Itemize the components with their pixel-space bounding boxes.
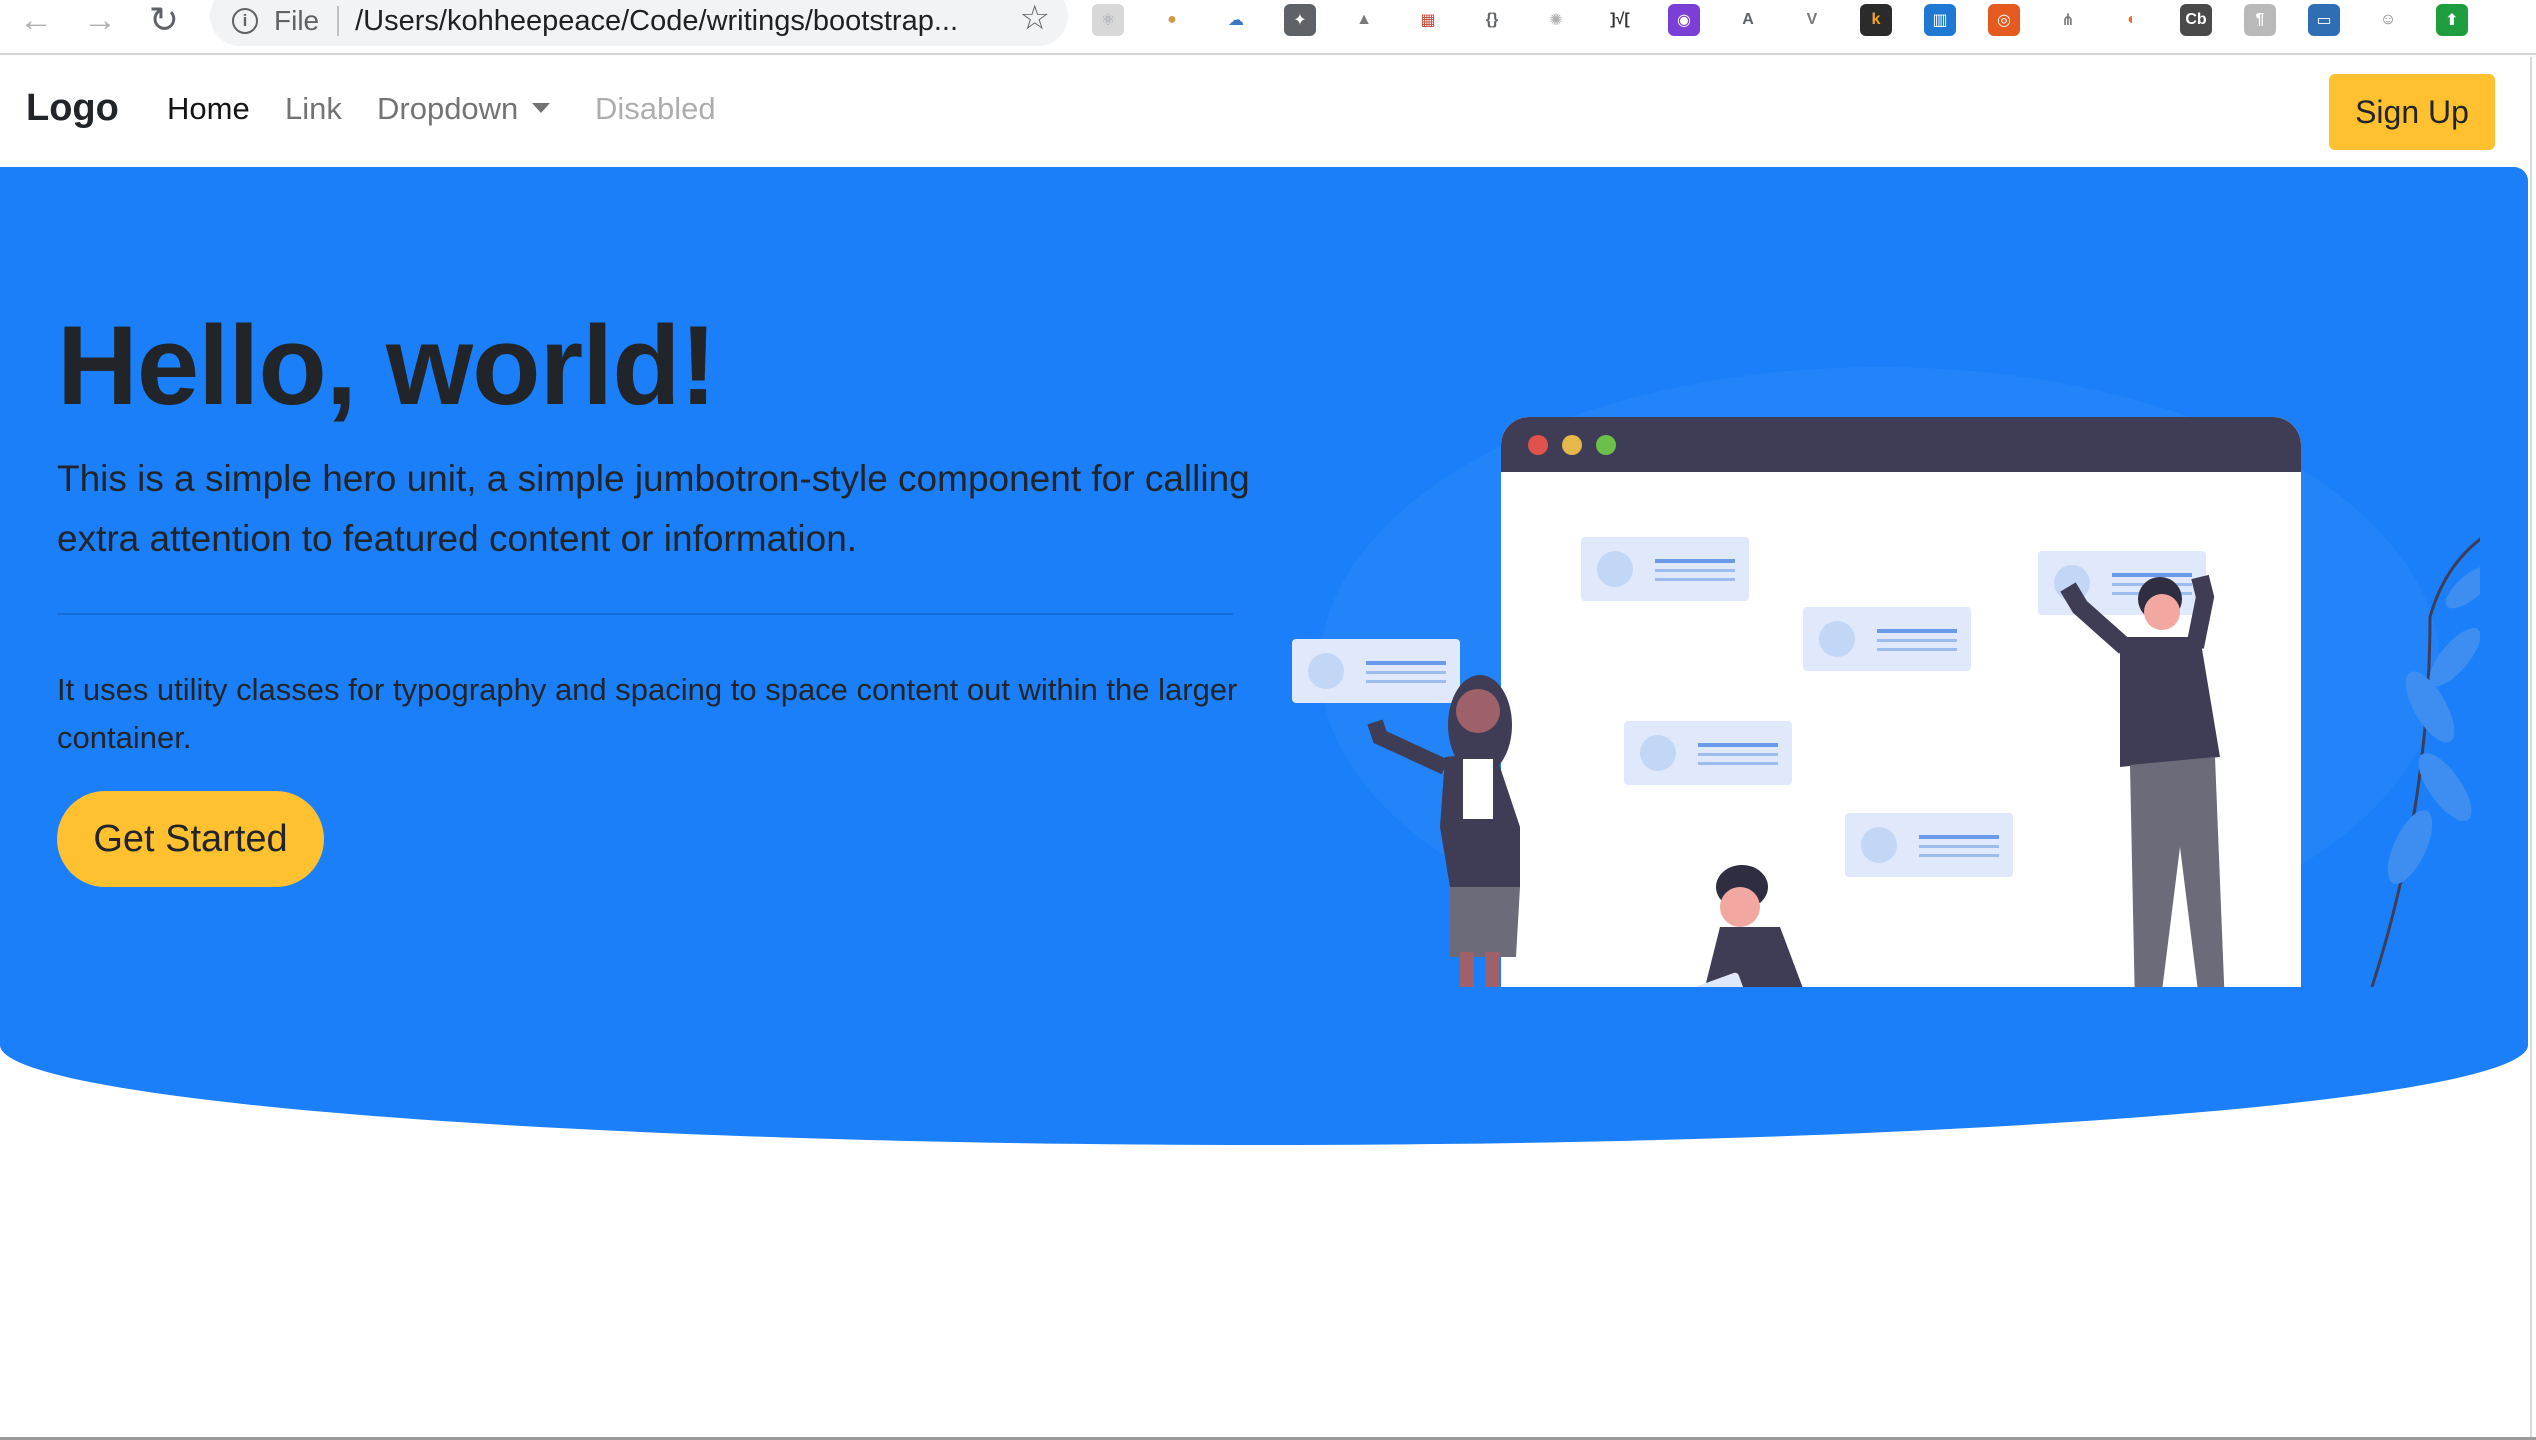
sign-up-button[interactable]: Sign Up <box>2329 74 2495 150</box>
nav-link-link[interactable]: Link <box>285 91 342 127</box>
scheme-label: File <box>274 5 320 36</box>
swirl-icon[interactable]: ◐ <box>2116 4 2148 36</box>
get-started-button[interactable]: Get Started <box>57 791 324 887</box>
nav-dropdown-toggle[interactable]: Dropdown <box>377 91 551 127</box>
cookie-icon[interactable]: ● <box>1156 4 1188 36</box>
forward-arrow-icon[interactable]: → <box>76 0 124 40</box>
calendar-icon[interactable]: ▦ <box>1412 4 1444 36</box>
hero-lead: This is a simple hero unit, a simple jum… <box>57 458 1250 559</box>
colorpick-icon[interactable]: ◉ <box>1668 4 1700 36</box>
browser-toolbar: ← → ↻ i File /Users/kohheepeace/Code/wri… <box>0 0 2536 55</box>
json-icon[interactable]: {} <box>1476 4 1508 36</box>
message-card <box>1803 607 1971 671</box>
url-text[interactable]: /Users/kohheepeace/Code/writings/bootstr… <box>355 5 958 38</box>
nav-link-disabled: Disabled <box>595 91 716 126</box>
eye-icon[interactable]: ◎ <box>1988 4 2020 36</box>
face-icon[interactable]: ☺ <box>2372 4 2404 36</box>
vue-icon[interactable]: V <box>1796 4 1828 36</box>
figure-icon[interactable]: ¶ <box>2244 4 2276 36</box>
gear-icon[interactable]: ✺ <box>1540 4 1572 36</box>
window-icon[interactable]: ▭ <box>2308 4 2340 36</box>
hero-body-text: It uses utility classes for typography a… <box>57 672 1238 755</box>
message-card <box>1581 537 1749 601</box>
a-icon[interactable]: A <box>1732 4 1764 36</box>
hero-title: Hello, world! <box>57 303 717 428</box>
address-bar[interactable]: i File /Users/kohheepeace/Code/writings/… <box>210 0 1068 46</box>
message-card <box>1624 721 1792 785</box>
page-right-edge <box>2530 57 2536 1440</box>
address-separator <box>337 6 340 36</box>
lightbulb-icon[interactable]: ✦ <box>1284 4 1316 36</box>
drive-icon[interactable]: ▲ <box>1348 4 1380 36</box>
hero-jumbotron: Hello, world! This is a simple hero unit… <box>0 167 2528 1145</box>
info-icon[interactable]: i <box>232 8 258 34</box>
nav-link-home[interactable]: Home <box>167 91 250 127</box>
message-card <box>1292 639 1460 703</box>
hero-illustration <box>1292 367 2480 987</box>
brand-logo[interactable]: Logo <box>26 87 119 130</box>
trello-icon[interactable]: ▥ <box>1924 4 1956 36</box>
bookmark-star-icon[interactable]: ☆ <box>1020 0 1050 40</box>
bracket-icon[interactable]: ]√[ <box>1604 4 1636 36</box>
upload-icon[interactable]: ⬆ <box>2436 4 2468 36</box>
caret-down-icon <box>532 103 551 113</box>
navbar: Logo Home Link Dropdown Disabled Sign Up <box>0 57 2536 167</box>
nav-dropdown-label: Dropdown <box>377 91 519 126</box>
extensions-bar: ⚛ ● ☁ ✦ ▲ ▦ {} ✺ ]√[ ◉ A Vk ▥ ◎ ⋔ ◐ Cb ¶ ▭ ☺ ⬆ <box>1092 0 2500 40</box>
back-arrow-icon[interactable]: ← <box>12 0 60 40</box>
react-icon[interactable]: ⚛ <box>1092 4 1124 36</box>
cb-icon[interactable]: Cb <box>2180 4 2212 36</box>
k-icon[interactable]: k <box>1860 4 1892 36</box>
reload-icon[interactable]: ↻ <box>140 0 188 40</box>
cloud-icon[interactable]: ☁ <box>1220 4 1252 36</box>
tree-icon[interactable]: ⋔ <box>2052 4 2084 36</box>
hero-divider <box>57 613 1233 615</box>
message-card <box>1845 813 2013 877</box>
